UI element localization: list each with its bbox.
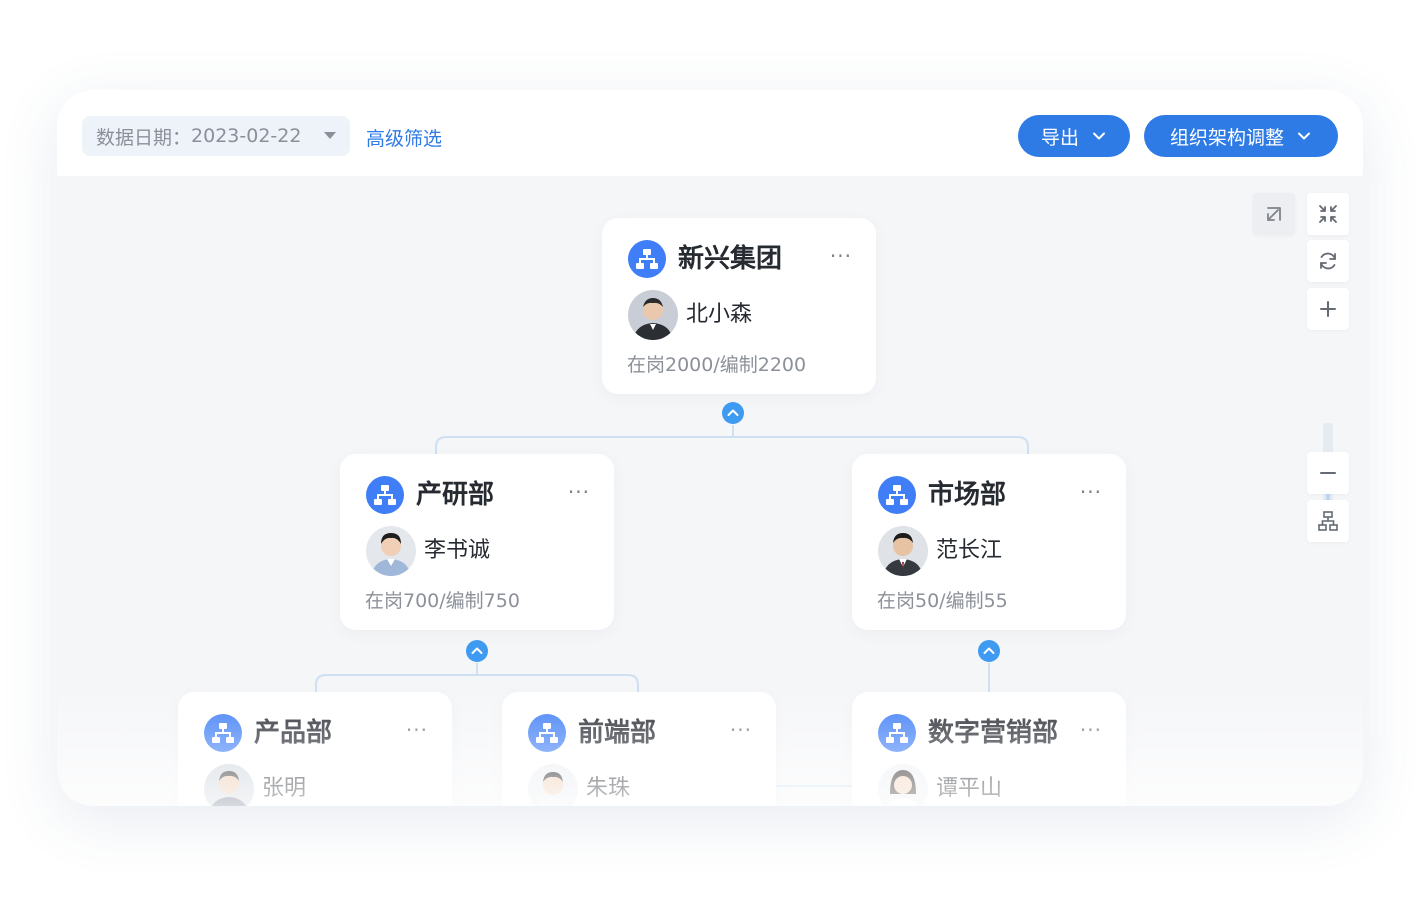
department-name: 数字营销部 <box>928 718 1059 748</box>
org-node-product[interactable]: 产品部 ··· 张明 <box>178 692 452 806</box>
org-node-rnd[interactable]: 产研部 ··· 李书诚 在岗700/编制750 <box>340 454 614 630</box>
org-node-digital-marketing[interactable]: 数字营销部 ··· 谭平山 <box>852 692 1126 806</box>
department-name: 产研部 <box>416 480 495 510</box>
leader-name: 朱珠 <box>586 776 631 801</box>
leader-name: 范长江 <box>936 538 1003 563</box>
date-value: 2023-02-22 <box>191 125 302 147</box>
refresh-button[interactable] <box>1307 240 1349 282</box>
export-label: 导出 <box>1040 126 1079 149</box>
org-adjust-button[interactable]: 组织架构调整 <box>1144 115 1338 157</box>
org-node-frontend[interactable]: 前端部 ··· 朱珠 <box>502 692 776 806</box>
more-menu-icon[interactable]: ··· <box>1080 480 1102 504</box>
org-structure-icon <box>528 714 566 752</box>
zoom-out-icon <box>1320 472 1336 474</box>
date-label: 数据日期： <box>96 126 192 149</box>
zoom-out-button[interactable] <box>1307 452 1349 494</box>
more-menu-icon[interactable]: ··· <box>730 718 752 742</box>
org-node-market[interactable]: 市场部 ··· 范长江 在岗50/编制55 <box>852 454 1126 630</box>
more-menu-icon[interactable]: ··· <box>406 718 428 742</box>
more-menu-icon[interactable]: ··· <box>568 480 590 504</box>
org-structure-icon <box>878 476 916 514</box>
department-name: 新兴集团 <box>678 244 783 274</box>
avatar <box>628 290 678 340</box>
collapse-toggle-market[interactable] <box>978 640 1000 662</box>
org-chart-panel: 数据日期： 2023-02-22 高级筛选 导出 组织架构调整 新兴集团 ···… <box>57 90 1363 806</box>
chevron-down-icon <box>1093 132 1105 140</box>
headcount-stats: 在岗50/编制55 <box>877 590 1008 612</box>
org-layout-icon <box>1318 511 1338 531</box>
avatar <box>528 764 578 806</box>
refresh-icon <box>1320 252 1336 270</box>
advanced-filter-link[interactable]: 高级筛选 <box>366 124 442 151</box>
collapse-icon <box>1319 205 1337 223</box>
chevron-up-icon <box>471 647 483 654</box>
org-structure-icon <box>366 476 404 514</box>
collapse-toggle-root[interactable] <box>722 402 744 424</box>
restore-view-button[interactable] <box>1253 193 1295 235</box>
department-name: 市场部 <box>928 480 1007 510</box>
collapse-view-button[interactable] <box>1307 193 1349 235</box>
chevron-up-icon <box>983 647 995 654</box>
headcount-stats: 在岗2000/编制2200 <box>627 354 807 376</box>
leader-name: 谭平山 <box>936 776 1003 801</box>
zoom-in-icon <box>1320 301 1336 317</box>
avatar <box>878 526 928 576</box>
toolbar: 数据日期： 2023-02-22 高级筛选 导出 组织架构调整 <box>57 90 1363 176</box>
org-chart-canvas[interactable]: 新兴集团 ··· 北小森 在岗2000/编制2200 产研部 ··· 李书诚 在… <box>57 176 1363 806</box>
org-structure-icon <box>204 714 242 752</box>
headcount-stats: 在岗700/编制750 <box>365 590 520 612</box>
org-layout-button[interactable] <box>1307 500 1349 542</box>
department-name: 产品部 <box>254 718 333 748</box>
org-adjust-label: 组织架构调整 <box>1169 126 1284 149</box>
restore-icon <box>1267 207 1281 221</box>
leader-name: 张明 <box>262 776 307 801</box>
zoom-in-button[interactable] <box>1307 288 1349 330</box>
avatar <box>878 764 928 806</box>
org-structure-icon <box>628 240 666 278</box>
chevron-up-icon <box>727 409 739 416</box>
org-node-root[interactable]: 新兴集团 ··· 北小森 在岗2000/编制2200 <box>602 218 876 394</box>
chevron-down-icon <box>1298 132 1310 140</box>
more-menu-icon[interactable]: ··· <box>830 244 852 268</box>
avatar <box>366 526 416 576</box>
collapse-toggle-rnd[interactable] <box>466 640 488 662</box>
export-button[interactable]: 导出 <box>1018 115 1130 157</box>
org-structure-icon <box>878 714 916 752</box>
avatar <box>204 764 254 806</box>
leader-name: 北小森 <box>686 302 753 327</box>
leader-name: 李书诚 <box>424 538 491 563</box>
date-select[interactable]: 数据日期： 2023-02-22 <box>82 116 350 156</box>
caret-down-icon <box>324 132 336 139</box>
department-name: 前端部 <box>578 718 657 748</box>
more-menu-icon[interactable]: ··· <box>1080 718 1102 742</box>
